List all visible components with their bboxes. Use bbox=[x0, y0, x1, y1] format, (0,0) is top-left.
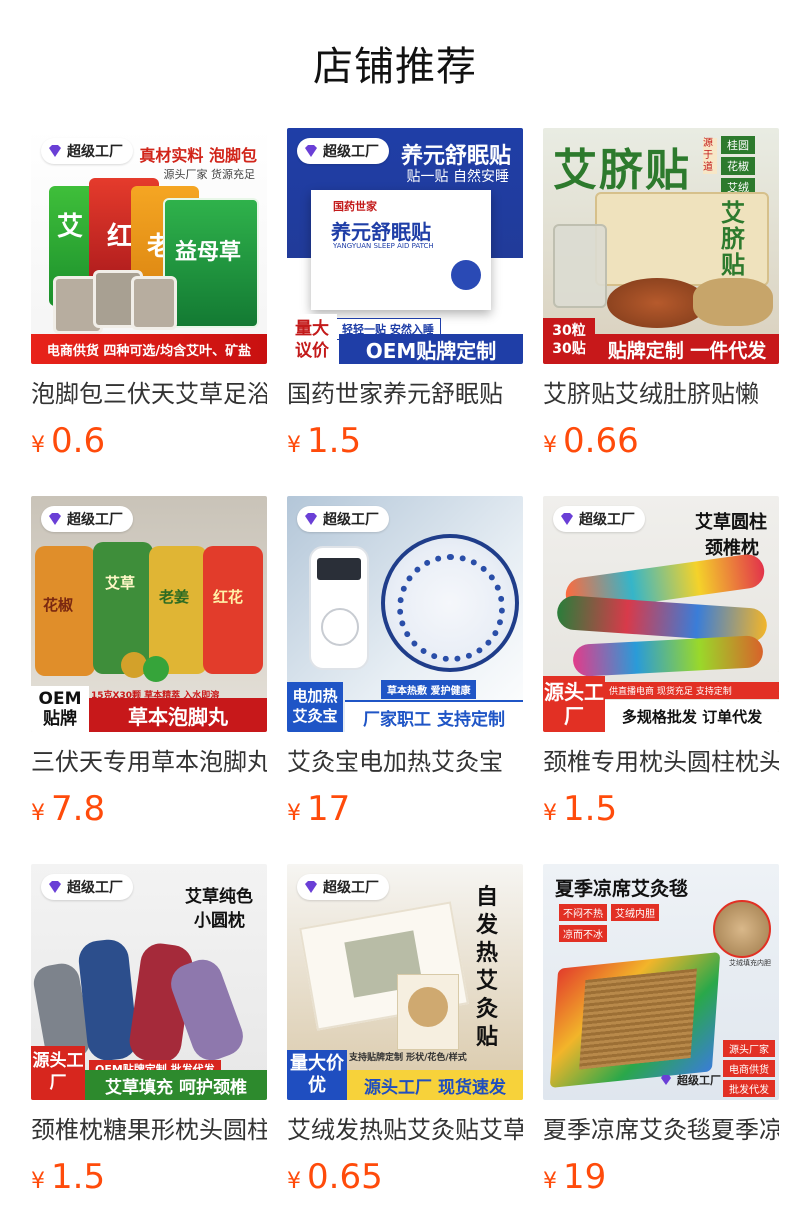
super-factory-badge: 超级工厂 bbox=[297, 506, 389, 532]
page-title: 店铺推荐 bbox=[313, 44, 477, 90]
product-name[interactable]: 颈椎枕糖果形枕头圆柱 bbox=[31, 1110, 267, 1150]
diamond-icon bbox=[661, 1075, 671, 1085]
product-price: ¥19 bbox=[543, 1157, 607, 1197]
product-name[interactable]: 泡脚包三伏天艾草足浴 bbox=[31, 374, 267, 414]
product-price: ¥7.8 bbox=[31, 789, 106, 829]
diamond-icon bbox=[305, 513, 317, 525]
product-card[interactable]: 超级工厂 花椒 艾草 老姜 红花 15克X30颗 草本精萃 入水即溶 OEM贴牌… bbox=[31, 496, 267, 834]
inset-image bbox=[713, 900, 771, 958]
image-side-label: 源头工厂 bbox=[31, 1046, 85, 1100]
patch-pack bbox=[397, 974, 459, 1050]
section-header: 店铺推荐 bbox=[0, 0, 790, 128]
super-factory-badge: 超级工厂 bbox=[41, 874, 133, 900]
image-side-label: 源头工厂 bbox=[543, 676, 605, 732]
product-name[interactable]: 夏季凉席艾灸毯夏季凉 bbox=[543, 1110, 779, 1150]
image-banner: OEM贴牌定制 bbox=[339, 334, 523, 364]
diamond-icon bbox=[561, 513, 573, 525]
product-card[interactable]: 夏季凉席艾灸毯 不闷不热 艾绒内胆 凉而不冰 艾绒填充内胆 源头厂家 电商供货 … bbox=[543, 864, 779, 1202]
product-price: ¥1.5 bbox=[31, 1157, 106, 1197]
diamond-icon bbox=[49, 881, 61, 893]
product-name[interactable]: 艾灸宝电加热艾灸宝 bbox=[287, 742, 523, 782]
product-card[interactable]: 艾脐贴 桂圆 花椒 艾绒 源于道 艾脐贴 30粒30贴 贴牌定制 一件代发 艾脐… bbox=[543, 128, 779, 466]
image-side-label: 量大价优 bbox=[287, 1050, 347, 1100]
product-image[interactable]: 超级工厂 花椒 艾草 老姜 红花 15克X30颗 草本精萃 入水即溶 OEM贴牌… bbox=[31, 496, 267, 732]
product-image[interactable]: 超级工厂 艾草圆柱 颈椎枕 供直播电商 现货充足 支持定制 源头工厂 多规格批发… bbox=[543, 496, 779, 732]
product-card[interactable]: 超级工厂 艾草纯色 小圆枕 OEM贴牌定制 批发代发 源头工厂 艾草填充 呵护颈… bbox=[31, 864, 267, 1202]
image-side-label: 量大议价 bbox=[287, 314, 337, 364]
image-banner: 源头工厂 现货速发 bbox=[347, 1070, 523, 1100]
image-banner: 艾草填充 呵护颈椎 bbox=[85, 1070, 267, 1100]
product-box: 国药世家 养元舒眠贴 YANGYUAN SLEEP AID PATCH bbox=[311, 190, 491, 310]
product-price: ¥1.5 bbox=[287, 421, 362, 461]
product-card[interactable]: 超级工厂 真材实料 泡脚包 源头厂家 货源充足 艾 红 老 益母草 电商供货 四… bbox=[31, 128, 267, 466]
product-name[interactable]: 国药世家养元舒眠贴 bbox=[287, 374, 523, 414]
product-price: ¥0.66 bbox=[543, 421, 639, 461]
diamond-icon bbox=[305, 145, 317, 157]
diamond-icon bbox=[305, 881, 317, 893]
product-name[interactable]: 艾脐贴艾绒肚脐贴懒 bbox=[543, 374, 779, 414]
image-banner: 电商供货 四种可选/均含艾叶、矿盐 bbox=[31, 334, 267, 364]
product-card[interactable]: 超级工厂 养元舒眠贴 贴一贴 自然安睡 国药世家 养元舒眠贴 YANGYUAN … bbox=[287, 128, 523, 466]
product-price: ¥1.5 bbox=[543, 789, 618, 829]
product-image[interactable]: 超级工厂 真材实料 泡脚包 源头厂家 货源充足 艾 红 老 益母草 电商供货 四… bbox=[31, 128, 267, 364]
pillow bbox=[572, 635, 764, 677]
product-image[interactable]: 超级工厂 艾草纯色 小圆枕 OEM贴牌定制 批发代发 源头工厂 艾草填充 呵护颈… bbox=[31, 864, 267, 1100]
product-jar: 艾草 bbox=[93, 542, 153, 674]
product-image[interactable]: 超级工厂 养元舒眠贴 贴一贴 自然安睡 国药世家 养元舒眠贴 YANGYUAN … bbox=[287, 128, 523, 364]
product-price: ¥0.6 bbox=[31, 421, 106, 461]
product-card[interactable]: 超级工厂 草本热敷 爱护健康 电加热艾灸宝 厂家职工 支持定制 艾灸宝电加热艾灸… bbox=[287, 496, 523, 834]
product-box: 艾脐贴 bbox=[595, 192, 769, 286]
image-banner: 草本泡脚丸 bbox=[89, 698, 267, 732]
product-card[interactable]: 超级工厂 自发热艾灸贴 支持贴牌定制 形状/花色/样式 量大价优 源头工厂 现货… bbox=[287, 864, 523, 1202]
product-image[interactable]: 超级工厂 自发热艾灸贴 支持贴牌定制 形状/花色/样式 量大价优 源头工厂 现货… bbox=[287, 864, 523, 1100]
product-image[interactable]: 超级工厂 草本热敷 爱护健康 电加热艾灸宝 厂家职工 支持定制 bbox=[287, 496, 523, 732]
super-factory-badge: 超级工厂 bbox=[41, 138, 133, 164]
product-image[interactable]: 艾脐贴 桂圆 花椒 艾绒 源于道 艾脐贴 30粒30贴 贴牌定制 一件代发 bbox=[543, 128, 779, 364]
image-banner: 厂家职工 支持定制 bbox=[345, 700, 523, 732]
super-factory-badge: 超级工厂 bbox=[553, 506, 645, 532]
image-side-label: 30粒30贴 bbox=[543, 318, 595, 364]
product-name[interactable]: 三伏天专用草本泡脚丸 bbox=[31, 742, 267, 782]
image-banner: 多规格批发 订单代发 bbox=[605, 700, 779, 732]
product-bag: 益母草 bbox=[163, 198, 259, 328]
mat-surface bbox=[579, 968, 697, 1070]
product-jar: 花椒 bbox=[35, 546, 95, 676]
super-factory-badge: 超级工厂 bbox=[41, 506, 133, 532]
controller bbox=[309, 546, 369, 670]
product-image[interactable]: 夏季凉席艾灸毯 不闷不热 艾绒内胆 凉而不冰 艾绒填充内胆 源头厂家 电商供货 … bbox=[543, 864, 779, 1100]
product-jar: 红花 bbox=[203, 546, 263, 674]
product-jar: 老姜 bbox=[149, 546, 207, 674]
image-side-label: 电加热艾灸宝 bbox=[287, 682, 343, 732]
image-side-label: OEM贴牌 bbox=[31, 686, 89, 732]
product-name[interactable]: 艾绒发热贴艾灸贴艾草 bbox=[287, 1110, 523, 1150]
image-banner: 贴牌定制 一件代发 bbox=[595, 334, 779, 364]
product-name[interactable]: 颈椎专用枕头圆柱枕头 bbox=[543, 742, 779, 782]
diamond-icon bbox=[49, 513, 61, 525]
diamond-icon bbox=[49, 145, 61, 157]
super-factory-badge: 超级工厂 bbox=[653, 1070, 731, 1090]
product-price: ¥0.65 bbox=[287, 1157, 383, 1197]
super-factory-badge: 超级工厂 bbox=[297, 138, 389, 164]
product-price: ¥17 bbox=[287, 789, 351, 829]
product-card[interactable]: 超级工厂 艾草圆柱 颈椎枕 供直播电商 现货充足 支持定制 源头工厂 多规格批发… bbox=[543, 496, 779, 834]
super-factory-badge: 超级工厂 bbox=[297, 874, 389, 900]
